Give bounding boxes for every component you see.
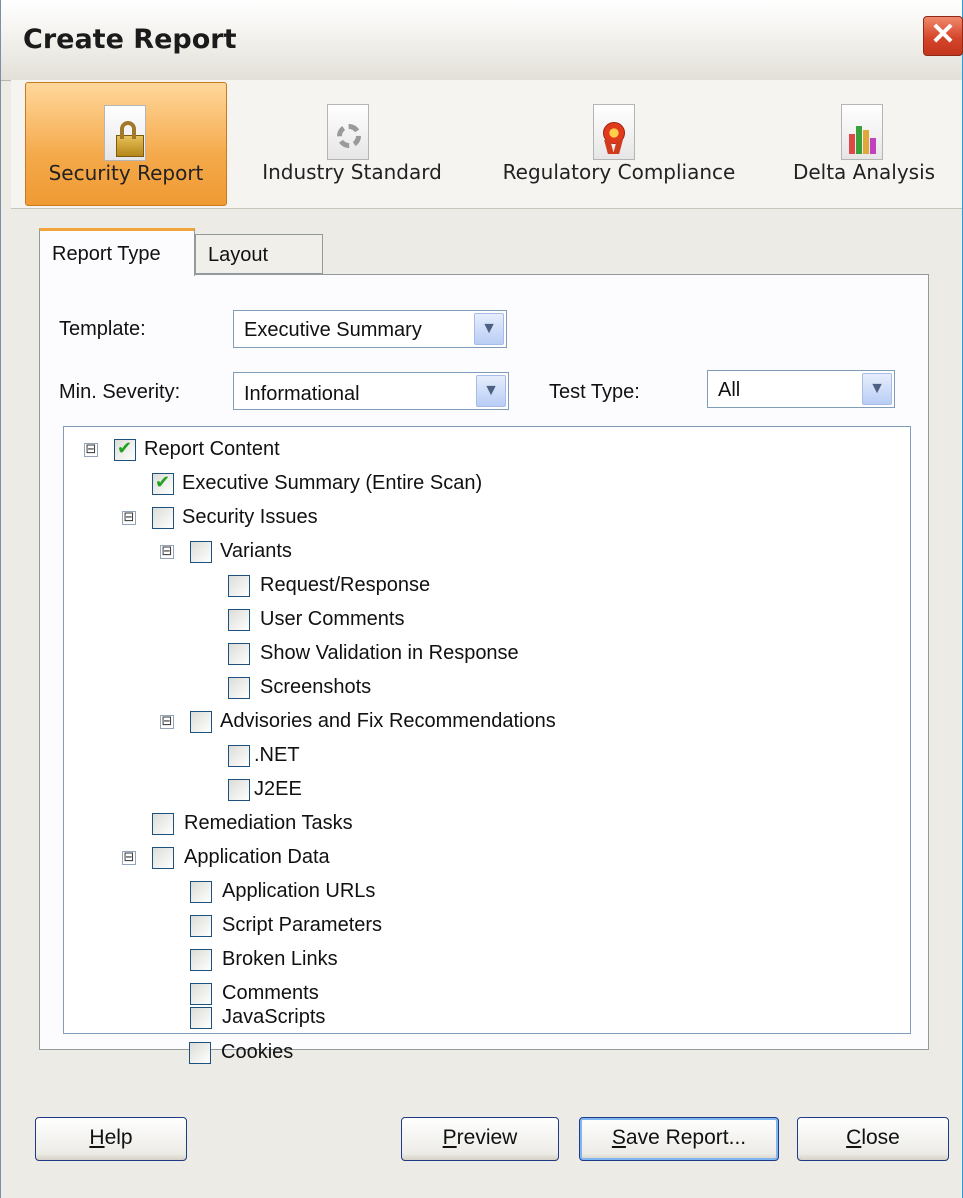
collapse-icon[interactable]: ⊟	[160, 545, 174, 559]
tree-item-label: Broken Links	[222, 948, 338, 970]
checkbox[interactable]	[228, 575, 250, 597]
close-button[interactable]: Close	[797, 1117, 949, 1161]
delta-analysis-button[interactable]: Delta Analysis	[779, 82, 949, 204]
collapse-icon[interactable]: ⊟	[84, 443, 98, 457]
toolbar-label: Regulatory Compliance	[502, 160, 736, 184]
test-type-value: All	[718, 379, 741, 401]
checkbox[interactable]	[228, 677, 250, 699]
tree-item-label: Variants	[220, 540, 292, 562]
checkbox[interactable]	[228, 779, 250, 801]
toolbar-label: Industry Standard	[262, 160, 442, 184]
checkbox[interactable]	[190, 949, 212, 971]
template-value: Executive Summary	[244, 319, 422, 341]
chevron-down-icon[interactable]: ▼	[862, 373, 892, 405]
checkbox[interactable]	[228, 745, 250, 767]
collapse-icon[interactable]: ⊟	[122, 851, 136, 865]
close-mnemonic: C	[846, 1126, 862, 1149]
toolbar-label: Delta Analysis	[792, 160, 936, 184]
collapse-icon[interactable]: ⊟	[122, 511, 136, 525]
chevron-down-icon[interactable]: ▼	[476, 375, 506, 407]
ribbon-document-icon	[593, 104, 639, 160]
tree-item-label: Advisories and Fix Recommendations	[220, 710, 556, 732]
tab-report-type[interactable]: Report Type	[39, 228, 195, 276]
template-label: Template:	[59, 318, 146, 340]
test-type-select[interactable]: All ▼	[707, 370, 895, 408]
help-label-rest: elp	[104, 1126, 133, 1149]
checkbox[interactable]	[190, 711, 212, 733]
tree-item-label: Request/Response	[260, 574, 431, 596]
tree-item-label: .NET	[254, 744, 300, 766]
tree-item-label: Security Issues	[182, 506, 318, 528]
checkbox[interactable]	[152, 813, 174, 835]
checkbox[interactable]	[228, 609, 250, 631]
tree-item-label: Remediation Tasks	[184, 812, 353, 834]
help-button[interactable]: Help	[35, 1117, 187, 1161]
tab-layout[interactable]: Layout	[195, 234, 323, 274]
tree-item-label: Application URLs	[222, 880, 376, 902]
min-severity-select[interactable]: Informational ▼	[233, 372, 509, 410]
tree-item-label: Application Data	[184, 846, 330, 868]
security-report-button[interactable]: Security Report	[25, 82, 227, 206]
checkbox[interactable]	[152, 472, 174, 495]
tree-item-label: Screenshots	[260, 676, 372, 698]
report-category-toolbar: Security Report Industry Standard Regula…	[11, 80, 962, 209]
test-type-label: Test Type:	[549, 381, 640, 403]
tree-item-label: Report Content	[144, 438, 280, 460]
close-label-rest: lose	[861, 1126, 900, 1149]
checkbox[interactable]	[152, 507, 174, 529]
preview-mnemonic: P	[442, 1126, 457, 1149]
tree-item-label: Script Parameters	[222, 914, 383, 936]
create-report-dialog: Create Report ✕ Security Report Industry…	[0, 0, 963, 1198]
report-content-tree[interactable]: ⊟ Report Content Executive Summary (Enti…	[63, 426, 911, 1034]
lock-document-icon	[104, 105, 150, 161]
checkbox[interactable]	[190, 915, 212, 937]
checkbox[interactable]	[114, 438, 136, 461]
close-icon[interactable]: ✕	[923, 16, 963, 56]
dialog-title: Create Report	[23, 24, 237, 55]
gear-document-icon	[327, 104, 373, 160]
save-label-rest: ave Report...	[625, 1126, 747, 1149]
save-report-button[interactable]: Save Report...	[579, 1117, 779, 1161]
checkbox[interactable]	[189, 1042, 211, 1064]
chevron-down-icon[interactable]: ▼	[474, 313, 504, 345]
chart-document-icon	[841, 104, 887, 160]
preview-button[interactable]: Preview	[401, 1117, 559, 1161]
regulatory-compliance-button[interactable]: Regulatory Compliance	[489, 82, 749, 204]
tree-item-label: J2EE	[254, 778, 302, 800]
min-severity-value: Informational	[244, 383, 360, 405]
min-severity-label: Min. Severity:	[59, 381, 181, 403]
tree-item-label: User Comments	[260, 608, 405, 630]
toolbar-label: Security Report	[48, 161, 204, 185]
checkbox[interactable]	[190, 541, 212, 563]
collapse-icon[interactable]: ⊟	[160, 715, 174, 729]
preview-label-rest: review	[456, 1126, 518, 1149]
tree-item-label: Executive Summary (Entire Scan)	[182, 472, 483, 494]
checkbox[interactable]	[190, 881, 212, 903]
tree-item-label: Cookies	[221, 1041, 294, 1063]
industry-standard-button[interactable]: Industry Standard	[247, 82, 457, 204]
checkbox[interactable]	[190, 1007, 212, 1029]
template-select[interactable]: Executive Summary ▼	[233, 310, 507, 348]
checkbox[interactable]	[228, 643, 250, 665]
save-mnemonic: S	[611, 1126, 626, 1149]
tree-item-label: Show Validation in Response	[260, 642, 519, 664]
checkbox[interactable]	[152, 847, 174, 869]
tree-item-label: JavaScripts	[222, 1006, 326, 1028]
tree-item-label: Comments	[222, 982, 319, 1004]
checkbox[interactable]	[190, 983, 212, 1005]
help-mnemonic: H	[89, 1126, 105, 1149]
title-bar[interactable]: Create Report ✕	[1, 0, 963, 81]
